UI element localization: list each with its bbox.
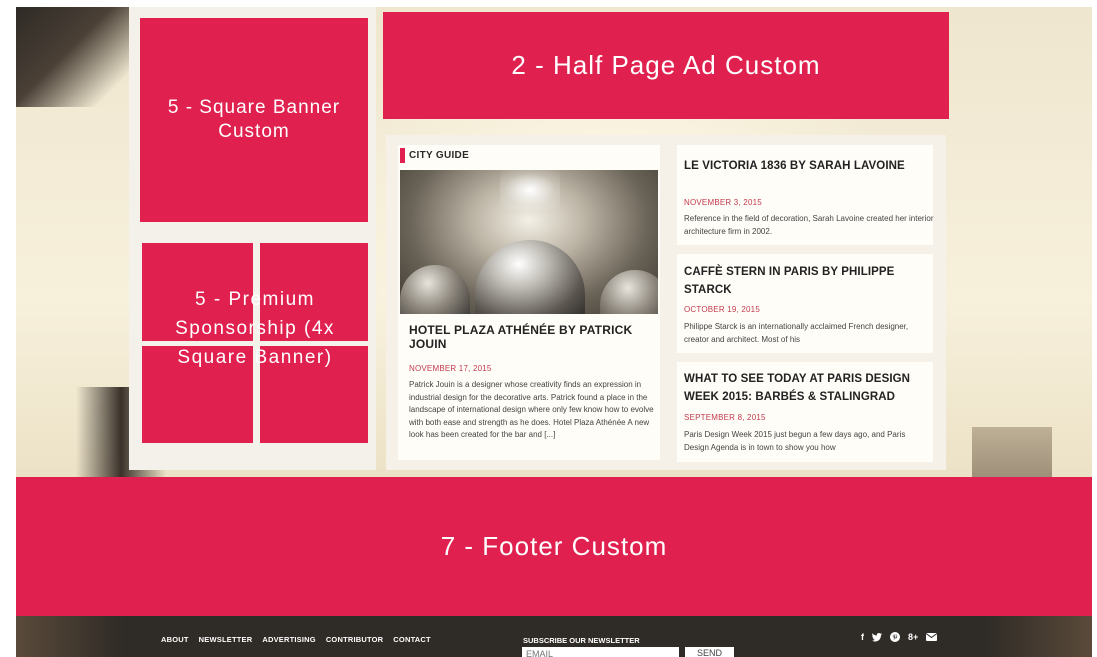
article-title-3[interactable]: WHAT TO SEE TODAY AT PARIS DESIGN WEEK 2… [684,370,924,406]
send-button[interactable]: SEND [685,647,734,657]
twitter-icon[interactable] [872,632,882,642]
pinterest-icon[interactable] [890,632,900,642]
dome-center [475,240,585,314]
premium-sponsorship-label: 5 - Premium Sponsorship (4x Square Banne… [175,289,335,368]
article-title-2[interactable]: CAFFÈ STERN IN PARIS BY PHILIPPE STARCK [684,263,929,299]
city-building [972,427,1052,477]
email-field[interactable] [522,647,679,657]
square-banner-ad[interactable]: 5 - Square Banner Custom [140,18,368,222]
footer-nav: ABOUT NEWSLETTER ADVERTISING CONTRIBUTOR… [161,635,431,644]
footer-nav-contributor[interactable]: CONTRIBUTOR [326,635,383,644]
category-tag-label: CITY GUIDE [409,150,470,161]
chandelier [500,170,560,210]
article-excerpt-1: Reference in the field of decoration, Sa… [684,214,934,236]
featured-article-title[interactable]: HOTEL PLAZA ATHÉNÉE BY PATRICK JOUIN [409,323,654,351]
half-page-ad[interactable]: 2 - Half Page Ad Custom [383,12,949,119]
footer-nav-advertising[interactable]: ADVERTISING [262,635,315,644]
category-tag-marker [400,148,405,163]
mail-icon[interactable] [926,633,938,641]
article-date-3: SEPTEMBER 8, 2015 [684,413,766,422]
dome-left [400,265,470,314]
premium-sponsorship-ad[interactable]: 5 - Premium Sponsorship (4x Square Banne… [142,243,368,443]
article-date-1: NOVEMBER 3, 2015 [684,198,762,207]
article-excerpt-2: Philippe Starck is an internationally ac… [684,322,909,344]
featured-article-excerpt: Patrick Jouin is a designer whose creati… [409,380,654,439]
social-links: f 8+ [861,631,938,643]
newsletter-label: SUBSCRIBE OUR NEWSLETTER [523,636,640,645]
footer-nav-about[interactable]: ABOUT [161,635,189,644]
facebook-icon[interactable]: f [861,631,864,643]
square-banner-label: 5 - Square Banner Custom [167,97,341,142]
article-title-1[interactable]: LE VICTORIA 1836 BY SARAH LAVOINE [684,157,929,175]
footer-ad-label: 7 - Footer Custom [440,531,668,561]
article-date-2: OCTOBER 19, 2015 [684,305,760,314]
featured-article-date: NOVEMBER 17, 2015 [409,364,492,373]
footer-nav-contact[interactable]: CONTACT [393,635,431,644]
category-tag[interactable]: CITY GUIDE [400,148,469,163]
dome-right [600,270,658,314]
footer-nav-newsletter[interactable]: NEWSLETTER [199,635,253,644]
footer-ad[interactable]: 7 - Footer Custom [16,477,1092,616]
article-excerpt-3: Paris Design Week 2015 just begun a few … [684,430,906,452]
half-page-ad-label: 2 - Half Page Ad Custom [511,50,821,80]
google-plus-icon[interactable]: 8+ [908,631,918,643]
featured-image[interactable] [400,170,658,314]
